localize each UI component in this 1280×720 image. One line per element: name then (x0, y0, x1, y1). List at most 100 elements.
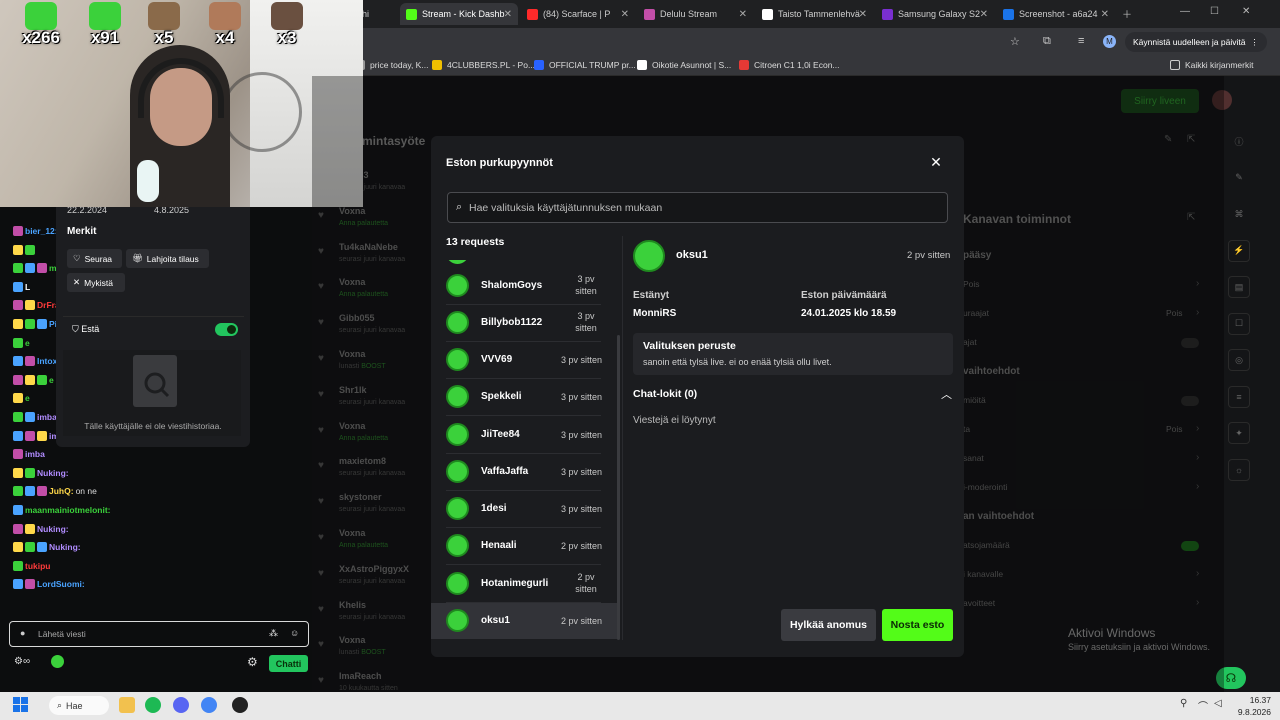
search-input[interactable]: ⌕ Hae valituksia käyttäjätunnuksen mukaa… (447, 192, 948, 223)
modal-title: Eston purkupyynnöt (446, 157, 553, 169)
restart-update-button[interactable]: Käynnistä uudelleen ja päivitä ⋮ (1125, 32, 1267, 52)
window-close-button[interactable]: ✕ (1242, 6, 1250, 17)
browser-tab[interactable]: Stream - Kick Dashb ✕ (400, 3, 518, 25)
browser-tab[interactable]: (84) Scarface | P ✕ (521, 3, 635, 25)
list-icon[interactable]: ▤ (1228, 276, 1250, 298)
share-icon[interactable]: ☼ (1228, 458, 1250, 481)
chat-username[interactable]: Nuking: (37, 468, 69, 478)
spotify-icon[interactable] (145, 697, 161, 713)
translate-icon[interactable]: ⁂ (269, 628, 278, 639)
lightning-icon[interactable]: ⚡ (1228, 239, 1250, 262)
all-bookmarks-button[interactable]: Kaikki kirjanmerkit (1170, 60, 1254, 70)
browser-tab[interactable]: Samsung Galaxy S2 ✕ (876, 3, 994, 25)
request-item[interactable]: VaffaJaffa 3 pv sitten (431, 454, 619, 490)
chat-username[interactable]: bier_12: (25, 226, 58, 236)
sliders-icon[interactable]: ≡ (1228, 385, 1250, 408)
extensions-icon[interactable]: ⧉ (1043, 35, 1051, 48)
command-icon[interactable]: ⌘ (1228, 203, 1250, 225)
gift-sub-button[interactable]: 🎁︎ Lahjoita tilaus (126, 249, 209, 268)
gift-icon: 🎁︎ (132, 253, 143, 263)
tab-close-icon[interactable]: ✕ (859, 9, 867, 20)
request-item[interactable]: Henaali 2 pv sitten (431, 528, 619, 564)
request-item[interactable]: VVV69 3 pv sitten (431, 342, 619, 378)
request-item[interactable]: JiiTee84 3 pv sitten (431, 417, 619, 453)
media-control-icon[interactable]: ≡ (1078, 35, 1084, 47)
emote-count: x3 (277, 28, 297, 47)
chat-username[interactable]: e (25, 338, 30, 348)
request-item[interactable]: Spekkeli 3 pv sitten (431, 379, 619, 415)
request-avatar (446, 311, 469, 334)
volume-icon[interactable]: ◁ (1214, 698, 1222, 709)
chrome-icon[interactable] (201, 697, 217, 713)
browser-tab[interactable]: Delulu Stream ✕ (638, 3, 753, 25)
chat-username[interactable]: imba (37, 412, 57, 422)
tab-close-icon[interactable]: ✕ (621, 9, 629, 20)
window-minimize-button[interactable]: — (1180, 6, 1190, 17)
mute-button[interactable]: ✕ Mykistä (67, 273, 125, 292)
windows-start-icon[interactable] (13, 697, 29, 713)
obs-icon[interactable] (232, 697, 248, 713)
window-maximize-button[interactable]: ☐ (1210, 6, 1219, 17)
detail-avatar (633, 240, 665, 272)
chat-message: e (13, 393, 30, 404)
follow-button[interactable]: ♡ Seuraa (67, 249, 122, 268)
chat-username[interactable]: LordSuomi: (37, 579, 85, 589)
bookmark-item[interactable]: 4CLUBBERS.PL - Po... (432, 60, 535, 70)
close-icon[interactable]: ✕ (929, 154, 943, 171)
chat-settings-icon[interactable]: ⚙ (247, 655, 258, 669)
network-icon[interactable]: ⌒ (1198, 698, 1208, 713)
request-item[interactable]: Billybob1122 3 pv sitten (431, 305, 619, 341)
user-badge-icon (13, 449, 23, 460)
taskbar-clock[interactable]: 16.37 9.8.2026 (1233, 694, 1271, 718)
bookmark-item[interactable]: Citroen C1 1,0i Econ... (739, 60, 840, 70)
chat-username[interactable]: tukipu (25, 561, 51, 571)
chat-username[interactable]: Nuking: (37, 524, 69, 534)
bookmark-item[interactable]: OFFICIAL TRUMP pr... (534, 60, 636, 70)
tab-close-icon[interactable]: ✕ (739, 9, 747, 20)
request-list-scrollbar[interactable] (617, 335, 620, 640)
tab-close-icon[interactable]: ✕ (504, 9, 512, 20)
chevron-up-icon[interactable]: ︿ (941, 386, 952, 402)
chat-username[interactable]: Nuking: (49, 542, 81, 552)
discord-icon[interactable] (173, 697, 189, 713)
chatlog-title[interactable]: Chat-lokit (0) (633, 388, 697, 400)
browser-tab[interactable]: Taisto Tammenlehvä ✕ (756, 3, 873, 25)
radio-icon[interactable]: ◎ (1228, 349, 1250, 371)
location-icon[interactable]: ⚲ (1180, 698, 1187, 709)
pencil-icon[interactable]: ✎ (1228, 167, 1250, 189)
chat-username[interactable]: maanmainiotmelonit: (25, 505, 110, 515)
reject-appeal-button[interactable]: Hylkää anomus (781, 609, 876, 641)
bookmark-label: Citroen C1 1,0i Econ... (754, 60, 840, 70)
profile-avatar[interactable]: M (1103, 35, 1116, 48)
chat-username[interactable]: L (25, 282, 30, 292)
new-tab-button[interactable]: ＋ (1122, 6, 1132, 21)
emoji-icon[interactable]: ☺ (290, 628, 299, 638)
request-separator (446, 304, 601, 305)
chat-username[interactable]: Intox (37, 356, 57, 366)
chat-username[interactable]: JuhQ: (49, 486, 74, 496)
file-explorer-icon[interactable] (119, 697, 135, 713)
request-item[interactable]: oksu1 2 pv sitten (431, 603, 619, 639)
chat-username[interactable]: e (25, 393, 30, 403)
bookmark-item[interactable]: Oikotie Asunnot | S... (637, 60, 731, 70)
request-item[interactable]: ShalomGoys 3 pv sitten (431, 268, 619, 304)
tab-close-icon[interactable]: ✕ (1101, 9, 1109, 20)
tab-close-icon[interactable]: ✕ (980, 9, 988, 20)
ban-toggle[interactable] (215, 323, 238, 336)
request-item[interactable]: 1desi 3 pv sitten (431, 491, 619, 527)
bookmark-star-icon[interactable]: ☆ (1010, 35, 1020, 48)
taskbar-search[interactable]: ⌕ Hae (49, 696, 109, 715)
chat-icon[interactable]: ☐ (1228, 312, 1250, 335)
info-icon[interactable]: ⓘ (1228, 130, 1250, 152)
request-item[interactable]: Hotanimegurli 2 pv sitten (431, 566, 619, 602)
chat-username[interactable]: e (49, 375, 54, 385)
lift-ban-button[interactable]: Nosta esto (882, 609, 953, 641)
chat-send-button[interactable]: Chatti (269, 655, 308, 672)
request-username: VaffaJaffa (481, 466, 529, 477)
bookmark-item[interactable]: price today, K... (355, 60, 428, 70)
chat-input[interactable]: ● Lähetä viesti ⁂ ☺ (9, 621, 309, 647)
chat-tools-icon[interactable]: ⚙∞ (14, 656, 30, 667)
chat-username[interactable]: imba (25, 449, 45, 459)
browser-tab[interactable]: Screenshot - a6a24 ✕ (997, 3, 1115, 25)
wrench-icon[interactable]: ✦ (1228, 422, 1250, 444)
